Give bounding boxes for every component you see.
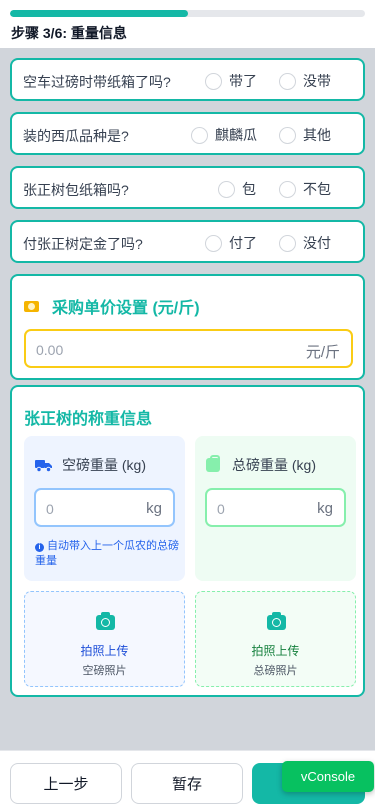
question-card-deposit-paid: 付张正树定金了吗? 付了 没付	[10, 220, 365, 263]
radio-circle[interactable]	[205, 234, 222, 252]
radio-option-unpaid[interactable]: 没付	[279, 233, 331, 253]
empty-weight-input[interactable]: 0 kg	[34, 488, 175, 527]
radio-label: 其他	[303, 127, 331, 143]
camera-icon	[267, 612, 286, 630]
vconsole-button[interactable]: vConsole	[282, 761, 374, 792]
prev-step-button[interactable]: 上一步	[10, 763, 122, 804]
unit-price-placeholder: 0.00	[36, 342, 64, 358]
question-text: 张正树包纸箱吗?	[23, 182, 129, 198]
radio-option-no[interactable]: 没带	[279, 71, 331, 91]
radio-option-other[interactable]: 其他	[279, 125, 331, 145]
radio-label: 没带	[303, 73, 331, 89]
radio-option-qilin[interactable]: 麒麟瓜	[191, 125, 257, 145]
unit-price-input[interactable]: 0.00 元/斤	[24, 329, 353, 368]
radio-option-yes[interactable]: 带了	[205, 71, 257, 91]
question-card-carton-at-empty-weigh: 空车过磅时带纸箱了吗? 带了 没带	[10, 58, 365, 101]
radio-option-paid[interactable]: 付了	[205, 233, 257, 253]
empty-weight-label: 空磅重量 (kg)	[62, 457, 146, 473]
empty-weight-panel: 空磅重量 (kg) 0 kg i 自动带入上一个瓜农的总磅重量	[24, 436, 185, 581]
weight-bag-icon	[206, 455, 220, 472]
radio-circle[interactable]	[218, 180, 235, 198]
cash-icon	[24, 300, 39, 312]
total-weight-input[interactable]: 0 kg	[205, 488, 346, 527]
radio-circle[interactable]	[205, 72, 222, 90]
radio-circle[interactable]	[279, 180, 296, 198]
progress-bar	[10, 10, 365, 17]
info-icon: i	[35, 543, 44, 552]
empty-photo-upload-label: 拍照上传	[80, 644, 129, 658]
weighing-info-card: 张正树的称重信息 空磅重量 (kg) 0 kg i 自动带入上一个瓜农的总磅重量 …	[10, 385, 365, 697]
question-text: 付张正树定金了吗?	[23, 236, 143, 252]
radio-circle[interactable]	[279, 126, 296, 144]
radio-label: 没付	[303, 235, 331, 251]
question-card-farmer-packs-carton: 张正树包纸箱吗? 包 不包	[10, 166, 365, 209]
empty-weight-unit: kg	[146, 500, 162, 517]
weighing-section-title: 张正树的称重信息	[24, 411, 153, 428]
top-bar: 步骤 3/6: 重量信息	[0, 0, 375, 48]
progress-fill	[10, 10, 188, 17]
question-text: 空车过磅时带纸箱了吗?	[23, 74, 171, 90]
price-section-header: 采购单价设置 (元/斤)	[24, 294, 200, 318]
radio-label: 带了	[229, 73, 257, 89]
radio-option-no-pack[interactable]: 不包	[279, 179, 331, 199]
empty-weight-placeholder: 0	[46, 501, 54, 517]
question-text: 装的西瓜品种是?	[23, 128, 129, 144]
camera-icon	[96, 612, 115, 630]
total-weight-panel: 总磅重量 (kg) 0 kg	[195, 436, 356, 581]
price-section-title: 采购单价设置 (元/斤)	[52, 300, 200, 317]
empty-photo-upload[interactable]: 拍照上传 空磅照片	[24, 591, 185, 687]
total-photo-upload-label: 拍照上传	[251, 644, 300, 658]
radio-circle[interactable]	[191, 126, 208, 144]
empty-photo-upload-sub: 空磅照片	[82, 665, 127, 677]
radio-label: 麒麟瓜	[215, 127, 257, 143]
save-draft-button[interactable]: 暂存	[131, 763, 243, 804]
unit-price-unit: 元/斤	[305, 344, 340, 361]
empty-weight-hint: i 自动带入上一个瓜农的总磅重量	[35, 539, 180, 569]
total-weight-label: 总磅重量 (kg)	[232, 457, 316, 473]
radio-circle[interactable]	[279, 234, 296, 252]
total-photo-upload-sub: 总磅照片	[253, 665, 298, 677]
total-photo-upload[interactable]: 拍照上传 总磅照片	[195, 591, 356, 687]
empty-weight-hint-text: 自动带入上一个瓜农的总磅重量	[35, 540, 179, 567]
total-weight-placeholder: 0	[217, 501, 225, 517]
radio-label: 付了	[229, 235, 257, 251]
total-weight-header: 总磅重量 (kg)	[206, 455, 316, 475]
total-weight-unit: kg	[317, 500, 333, 517]
radio-circle[interactable]	[279, 72, 296, 90]
purchase-price-card: 采购单价设置 (元/斤) 0.00 元/斤	[10, 274, 365, 380]
empty-weight-header: 空磅重量 (kg)	[35, 455, 146, 475]
radio-label: 不包	[303, 181, 331, 197]
step-title: 步骤 3/6: 重量信息	[11, 25, 127, 41]
radio-label: 包	[242, 181, 256, 197]
truck-icon	[35, 459, 52, 472]
question-card-melon-variety: 装的西瓜品种是? 麒麟瓜 其他	[10, 112, 365, 155]
radio-option-pack[interactable]: 包	[218, 179, 256, 199]
